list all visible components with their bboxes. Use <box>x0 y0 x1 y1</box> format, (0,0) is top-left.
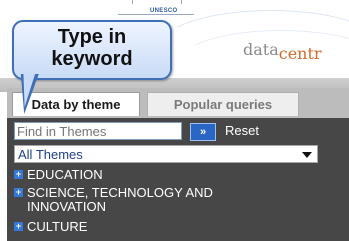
tab-bar: Data by theme Popular queries <box>7 88 349 118</box>
data-centre-logo: datacentr <box>243 40 322 63</box>
theme-search-input[interactable] <box>14 122 182 140</box>
logo-text-accent: centr <box>278 44 322 63</box>
chevron-down-icon <box>302 152 312 158</box>
theme-browser-panel: Data by theme Popular queries » Reset Al… <box>7 88 349 241</box>
expand-plus-icon: + <box>14 169 23 179</box>
type-in-keyword-callout: Type in keyword <box>12 20 172 80</box>
callout-line-1: Type in <box>57 26 127 48</box>
theme-item-label: SCIENCE, TECHNOLOGY AND INNOVATION <box>27 185 213 214</box>
expand-plus-icon: + <box>14 187 23 197</box>
tab-popular-queries[interactable]: Popular queries <box>147 92 299 116</box>
unesco-columns-icon <box>132 0 182 4</box>
search-go-button[interactable]: » <box>190 123 216 141</box>
callout-text: Type in keyword <box>14 26 170 70</box>
logo-text-main: data <box>243 40 279 59</box>
expand-plus-icon: + <box>14 221 23 231</box>
callout-line-2: keyword <box>51 48 133 70</box>
theme-item-label: CULTURE <box>27 219 88 234</box>
reset-link[interactable]: Reset <box>225 123 259 139</box>
theme-select-dropdown[interactable]: All Themes <box>14 145 318 163</box>
theme-item-label: EDUCATION <box>27 167 103 182</box>
theme-select-value: All Themes <box>18 147 83 162</box>
unesco-label: UNESCO <box>150 8 178 14</box>
